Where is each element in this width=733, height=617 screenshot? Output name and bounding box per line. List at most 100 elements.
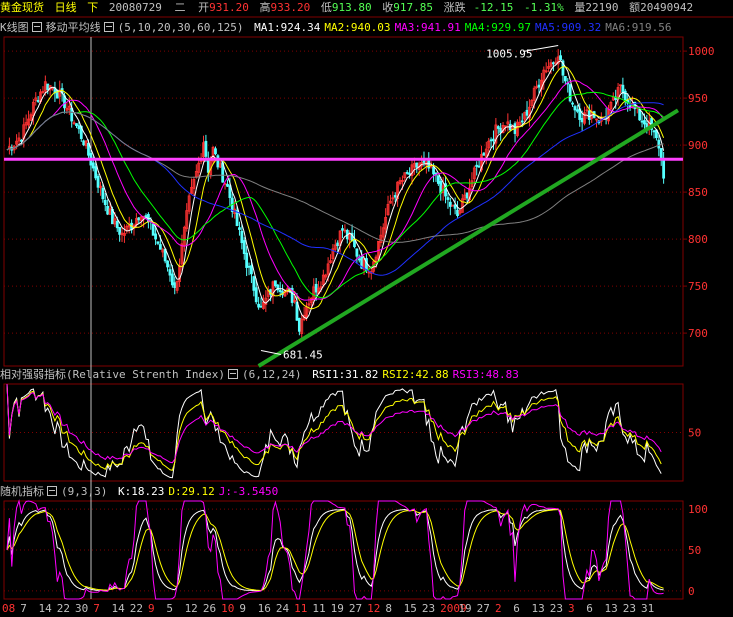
x-tick-label: 27: [349, 602, 362, 615]
candle-body: [158, 244, 162, 250]
x-tick-label: 5: [166, 602, 173, 615]
y-tick-label: 750: [688, 280, 708, 293]
y-tick-label: 1000: [688, 45, 715, 58]
osc-line-d: [6, 509, 664, 591]
rsi-params: (6,12,24): [241, 368, 302, 381]
candle-body: [477, 165, 481, 168]
collapse-icon[interactable]: [31, 22, 42, 32]
candle-body: [118, 227, 122, 235]
y-tick-label: 0: [688, 585, 695, 598]
x-tick-label: 23: [422, 602, 435, 615]
candle-body: [245, 252, 249, 268]
candle-body: [662, 158, 666, 179]
candle-body: [278, 289, 282, 293]
candle-body: [551, 62, 555, 65]
candle-body: [571, 102, 574, 105]
osc-line-rsi3: [6, 383, 662, 464]
candle-body: [475, 164, 479, 167]
candle-body: [465, 192, 469, 199]
ma-legend-0: MA1:924.34: [254, 21, 321, 34]
x-tick-label: 22: [130, 602, 143, 615]
y-tick-label: 900: [688, 139, 708, 152]
candle-body: [652, 130, 656, 133]
x-tick-label: 15: [404, 602, 417, 615]
candle-body: [82, 140, 86, 146]
kdj-panel-legend: 随机指标 (9,3,3) K:18.23 D:29.12 J:-3.5450: [0, 484, 286, 500]
x-tick-label: 9: [239, 602, 246, 615]
x-tick-label: 8: [385, 602, 392, 615]
low-annotation: 681.45: [283, 349, 323, 362]
x-tick-label: 30: [75, 602, 88, 615]
x-tick-label: 23: [623, 602, 636, 615]
candle-body: [226, 183, 229, 187]
candle-body: [204, 140, 208, 157]
rsi-panel-title: 相对强弱指标(Relative Strenth Index): [0, 368, 225, 381]
x-tick-label: 19: [458, 602, 471, 615]
x-tick-label: 11: [294, 602, 307, 615]
kdj-panel-title: 随机指标: [0, 485, 44, 498]
candle-body: [496, 126, 500, 129]
x-tick-label: 2: [495, 602, 502, 615]
candle-body: [273, 280, 277, 287]
candle-body: [451, 204, 455, 207]
main-indicator-params: (5,10,20,30,60,125): [117, 21, 244, 34]
candle-body: [537, 84, 541, 88]
collapse-icon[interactable]: [227, 369, 238, 379]
candle-body: [446, 197, 450, 200]
ma-legend-3: MA4:929.97: [464, 21, 532, 34]
candle-body: [254, 287, 258, 303]
x-tick-label: 14: [112, 602, 126, 615]
candle-body: [525, 109, 529, 116]
y-tick-label: 950: [688, 92, 708, 105]
x-tick-label: 7: [93, 602, 100, 615]
candle-body: [432, 166, 435, 175]
candle-body: [168, 269, 172, 276]
chart-canvas[interactable]: 70075080085090095010001005.95681.4550050…: [0, 0, 733, 617]
rsi-legend-2: RSI3:48.83: [452, 368, 519, 381]
candle-body: [154, 233, 157, 240]
rsi-legend-0: RSI1:31.82: [312, 368, 379, 381]
kdj-legend-0: K:18.23: [117, 485, 165, 498]
candle-body: [336, 242, 340, 246]
candle-body: [453, 204, 457, 209]
candle-body: [252, 276, 256, 291]
candle-body: [580, 117, 584, 123]
candle-body: [638, 109, 642, 121]
x-tick-label: 7: [20, 602, 27, 615]
candle-body: [575, 109, 579, 112]
collapse-icon[interactable]: [47, 486, 57, 496]
osc-line-rsi2: [6, 383, 662, 471]
main-panel-title: K线图: [0, 21, 29, 34]
x-tick-label: 6: [513, 602, 520, 615]
rsi-panel-legend: 相对强弱指标(Relative Strenth Index) (6,12,24) …: [0, 367, 527, 383]
candle-body: [568, 84, 572, 102]
candle-body: [166, 260, 169, 268]
candle-body: [314, 283, 318, 293]
candle-body: [587, 110, 591, 120]
candle-body: [657, 139, 661, 149]
candle-body: [170, 273, 174, 286]
collapse-icon[interactable]: [103, 22, 114, 32]
candle-body: [103, 199, 107, 206]
x-tick-label: 27: [477, 602, 490, 615]
y-tick-label: 50: [688, 427, 701, 440]
osc-line-k: [6, 508, 664, 592]
candle-body: [640, 120, 644, 123]
panel-frame-2: [3, 500, 684, 600]
candle-body: [46, 83, 50, 91]
candle-body: [456, 209, 459, 216]
candle-body: [563, 76, 567, 82]
candle-body: [91, 162, 95, 169]
osc-line-rsi1: [6, 383, 662, 479]
y-tick-label: 700: [688, 327, 708, 340]
candle-body: [408, 173, 412, 175]
candle-body: [492, 138, 495, 142]
main-panel-legend: K线图 移动平均线 (5,10,20,30,60,125) MA1:924.34 MA…: [0, 20, 680, 36]
x-tick-label: 10: [221, 602, 234, 615]
ma-legend-5: MA6:919.56: [605, 21, 672, 34]
candle-body: [295, 301, 299, 321]
main-indicator-name[interactable]: 移动平均线: [46, 21, 101, 34]
x-tick-label: 12: [185, 602, 198, 615]
high-annotation: 1005.95: [486, 48, 532, 61]
x-tick-label: 14: [39, 602, 53, 615]
